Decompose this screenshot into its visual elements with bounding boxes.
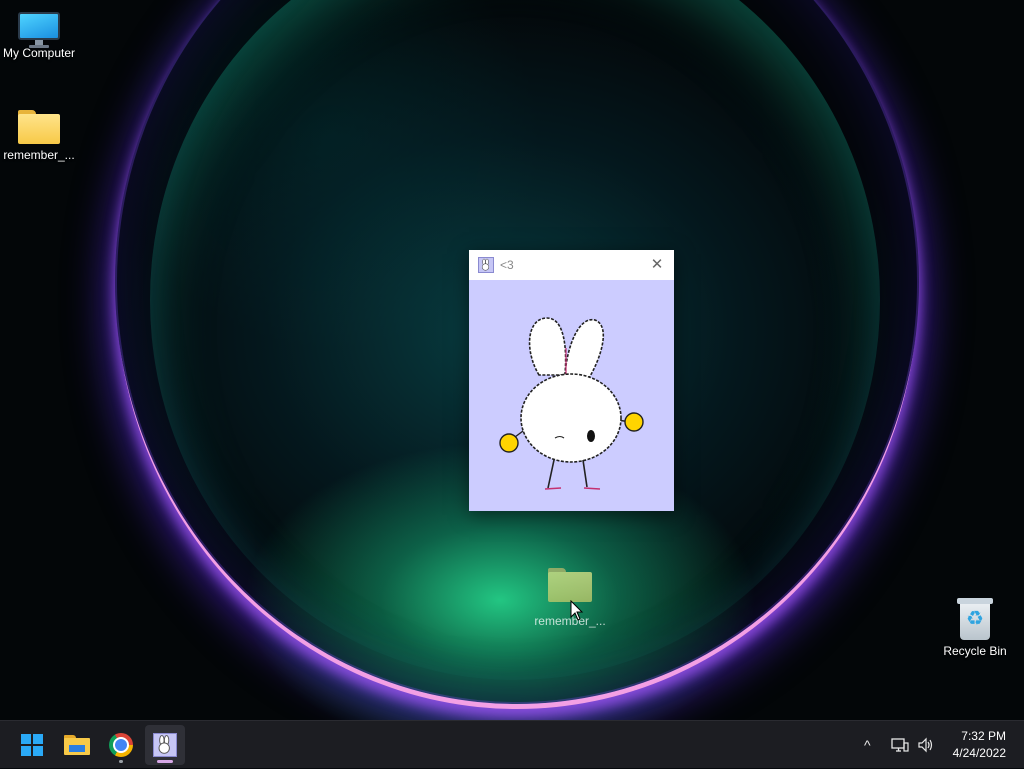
file-explorer-icon: [64, 735, 90, 755]
taskbar: ^ 7:32 PM 4/24/2022: [0, 720, 1024, 768]
folder-icon: [18, 110, 60, 144]
dragging-folder-icon[interactable]: [548, 568, 592, 602]
taskbar-clock[interactable]: 7:32 PM 4/24/2022: [953, 728, 1006, 762]
app-window[interactable]: <3 ✕: [469, 250, 674, 511]
taskbar-bunny-app[interactable]: [145, 725, 185, 765]
start-button[interactable]: [12, 725, 52, 765]
active-indicator: [157, 760, 173, 763]
running-indicator: [119, 760, 123, 763]
clock-time: 7:32 PM: [961, 729, 1006, 743]
show-hidden-icons-button[interactable]: ^: [864, 721, 884, 769]
close-icon[interactable]: ✕: [648, 256, 666, 274]
desktop-icon-remember-folder[interactable]: remember_...: [0, 110, 79, 162]
clock-date: 4/24/2022: [952, 746, 1006, 760]
recycle-bin-icon: ♻: [957, 598, 993, 640]
mouse-cursor-icon: [570, 600, 584, 621]
desktop-icon-recycle-bin[interactable]: ♻ Recycle Bin: [935, 598, 1015, 658]
bunny-illustration: [499, 317, 644, 490]
bunny-app-icon: [478, 257, 494, 273]
volume-icon: [918, 737, 933, 753]
network-button[interactable]: [891, 721, 911, 769]
window-titlebar[interactable]: <3 ✕: [469, 250, 674, 280]
window-title: <3: [500, 258, 514, 272]
desktop-icon-label: My Computer: [2, 46, 76, 60]
chevron-up-icon: ^: [864, 737, 871, 753]
volume-button[interactable]: [917, 721, 937, 769]
taskbar-chrome[interactable]: [101, 725, 141, 765]
network-icon: [891, 738, 909, 752]
chrome-icon: [109, 733, 133, 757]
monitor-icon: [18, 12, 60, 48]
bunny-app-icon: [153, 733, 177, 757]
desktop-icon-label: Recycle Bin: [943, 644, 1007, 658]
desktop-icon-my-computer[interactable]: My Computer: [0, 12, 79, 60]
windows-start-icon: [21, 734, 43, 756]
desktop-icon-label: remember_...: [3, 148, 75, 162]
window-content: [469, 280, 674, 511]
taskbar-file-explorer[interactable]: [57, 725, 97, 765]
